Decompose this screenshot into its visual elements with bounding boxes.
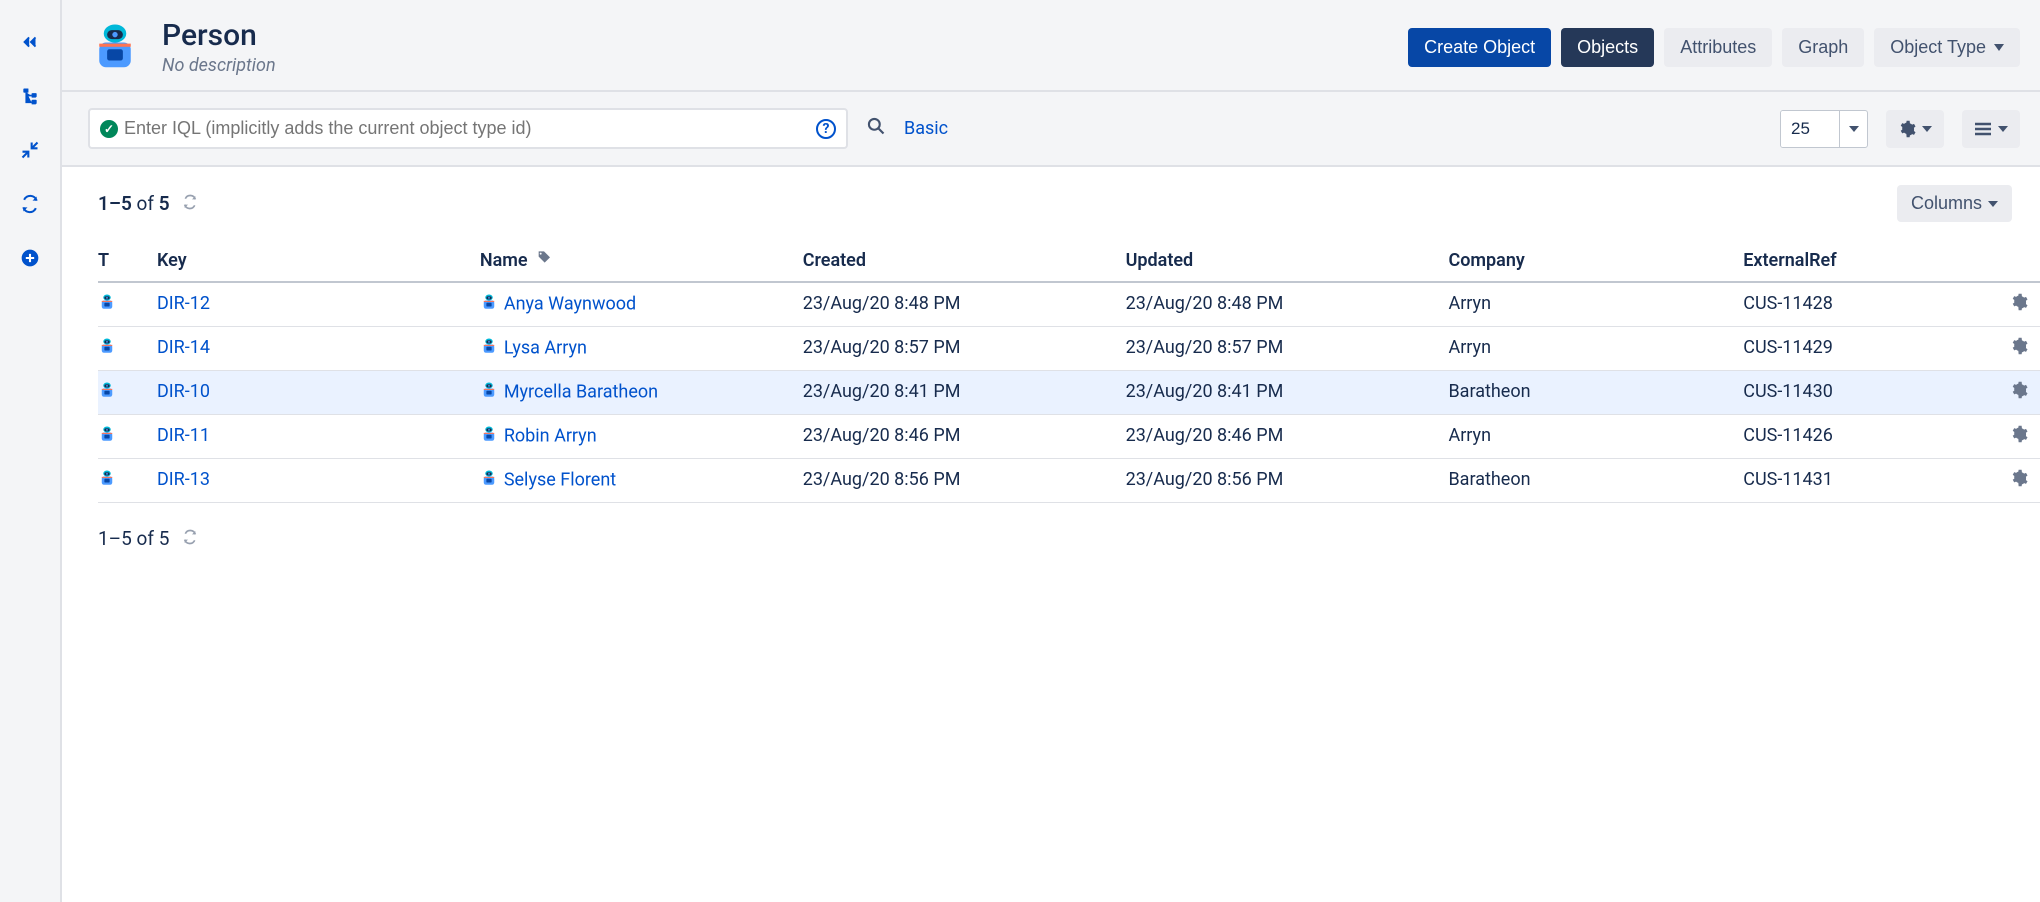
view-menu-button[interactable]	[1962, 110, 2020, 148]
row-external: CUS-11429	[1743, 327, 2010, 371]
page-header: Person No description Create Object Obje…	[62, 0, 2040, 92]
row-external: CUS-11426	[1743, 415, 2010, 459]
row-name-link[interactable]: Lysa Arryn	[504, 337, 587, 358]
page-title: Person	[162, 18, 276, 53]
row-updated: 23/Aug/20 8:48 PM	[1126, 282, 1449, 327]
row-type-icon	[98, 469, 116, 492]
tab-graph[interactable]: Graph	[1782, 28, 1864, 67]
sidebar-rail	[0, 0, 62, 902]
row-name-icon	[480, 381, 498, 404]
row-actions-icon[interactable]	[2010, 471, 2028, 492]
row-external: CUS-11430	[1743, 371, 2010, 415]
row-updated: 23/Aug/20 8:56 PM	[1126, 459, 1449, 503]
row-type-icon	[98, 425, 116, 448]
row-key-link[interactable]: DIR-14	[157, 337, 210, 358]
shrink-icon[interactable]	[14, 134, 46, 166]
tree-icon[interactable]	[14, 80, 46, 112]
th-type[interactable]: T	[98, 242, 157, 282]
refresh-results-icon[interactable]	[182, 192, 198, 215]
row-name-link[interactable]: Anya Waynwood	[504, 293, 636, 314]
basic-search-link[interactable]: Basic	[904, 118, 948, 139]
row-created: 23/Aug/20 8:56 PM	[803, 459, 1126, 503]
row-updated: 23/Aug/20 8:46 PM	[1126, 415, 1449, 459]
content-area: 1–5 of 5 Columns T Key	[62, 167, 2040, 902]
tab-attributes[interactable]: Attributes	[1664, 28, 1772, 67]
iql-search-wrap: ✓ ?	[88, 108, 848, 149]
row-key-link[interactable]: DIR-11	[157, 425, 210, 446]
row-key-link[interactable]: DIR-13	[157, 469, 210, 490]
page-size-selector	[1780, 110, 1868, 148]
result-count-bottom: 1–5 of 5	[62, 503, 2040, 550]
table-row[interactable]: DIR-11 Robin Arryn 23/Aug/20 8:46 PM 23/…	[98, 415, 2040, 459]
settings-menu-button[interactable]	[1886, 110, 1944, 148]
refresh-icon[interactable]	[14, 188, 46, 220]
add-icon[interactable]	[14, 242, 46, 274]
object-type-avatar	[88, 20, 142, 74]
page-size-dropdown[interactable]	[1839, 111, 1867, 147]
row-name-link[interactable]: Myrcella Baratheon	[504, 381, 658, 402]
row-name-link[interactable]: Robin Arryn	[504, 425, 597, 446]
th-name[interactable]: Name	[480, 242, 803, 282]
row-key-link[interactable]: DIR-10	[157, 381, 210, 402]
iql-search-input[interactable]	[118, 116, 816, 141]
th-external[interactable]: ExternalRef	[1743, 242, 2010, 282]
table-row[interactable]: DIR-13 Selyse Florent 23/Aug/20 8:56 PM …	[98, 459, 2040, 503]
tab-objects[interactable]: Objects	[1561, 28, 1654, 67]
row-created: 23/Aug/20 8:41 PM	[803, 371, 1126, 415]
collapse-icon[interactable]	[14, 26, 46, 58]
row-key-link[interactable]: DIR-12	[157, 293, 210, 314]
row-company: Baratheon	[1448, 459, 1743, 503]
search-icon[interactable]	[866, 116, 886, 141]
row-type-icon	[98, 381, 116, 404]
row-external: CUS-11428	[1743, 282, 2010, 327]
row-created: 23/Aug/20 8:57 PM	[803, 327, 1126, 371]
row-name-link[interactable]: Selyse Florent	[504, 469, 616, 490]
table-row[interactable]: DIR-14 Lysa Arryn 23/Aug/20 8:57 PM 23/A…	[98, 327, 2040, 371]
help-icon[interactable]: ?	[816, 119, 836, 139]
th-key[interactable]: Key	[157, 242, 480, 282]
row-actions-icon[interactable]	[2010, 295, 2028, 316]
row-actions-icon[interactable]	[2010, 339, 2028, 360]
row-external: CUS-11431	[1743, 459, 2010, 503]
row-company: Arryn	[1448, 282, 1743, 327]
table-row[interactable]: DIR-10 Myrcella Baratheon 23/Aug/20 8:41…	[98, 371, 2040, 415]
row-type-icon	[98, 293, 116, 316]
object-type-dropdown[interactable]: Object Type	[1874, 28, 2020, 67]
table-row[interactable]: DIR-12 Anya Waynwood 23/Aug/20 8:48 PM 2…	[98, 282, 2040, 327]
row-updated: 23/Aug/20 8:41 PM	[1126, 371, 1449, 415]
refresh-results-bottom-icon[interactable]	[182, 527, 198, 550]
row-name-icon	[480, 293, 498, 316]
create-object-button[interactable]: Create Object	[1408, 28, 1551, 67]
row-created: 23/Aug/20 8:48 PM	[803, 282, 1126, 327]
row-name-icon	[480, 337, 498, 360]
row-name-icon	[480, 469, 498, 492]
row-created: 23/Aug/20 8:46 PM	[803, 415, 1126, 459]
objects-table: T Key Name Created Updated Company Exter…	[98, 242, 2040, 503]
th-company[interactable]: Company	[1448, 242, 1743, 282]
row-company: Baratheon	[1448, 371, 1743, 415]
row-type-icon	[98, 337, 116, 360]
iql-valid-icon: ✓	[100, 120, 118, 138]
row-company: Arryn	[1448, 327, 1743, 371]
th-created[interactable]: Created	[803, 242, 1126, 282]
page-description: No description	[162, 55, 276, 76]
tag-icon	[536, 250, 552, 271]
row-actions-icon[interactable]	[2010, 383, 2028, 404]
row-updated: 23/Aug/20 8:57 PM	[1126, 327, 1449, 371]
row-actions-icon[interactable]	[2010, 427, 2028, 448]
columns-button[interactable]: Columns	[1897, 185, 2012, 222]
page-size-input[interactable]	[1781, 111, 1839, 147]
th-updated[interactable]: Updated	[1126, 242, 1449, 282]
row-name-icon	[480, 425, 498, 448]
row-company: Arryn	[1448, 415, 1743, 459]
result-count-top: 1–5 of 5	[98, 192, 198, 215]
toolbar: ✓ ? Basic	[62, 92, 2040, 167]
